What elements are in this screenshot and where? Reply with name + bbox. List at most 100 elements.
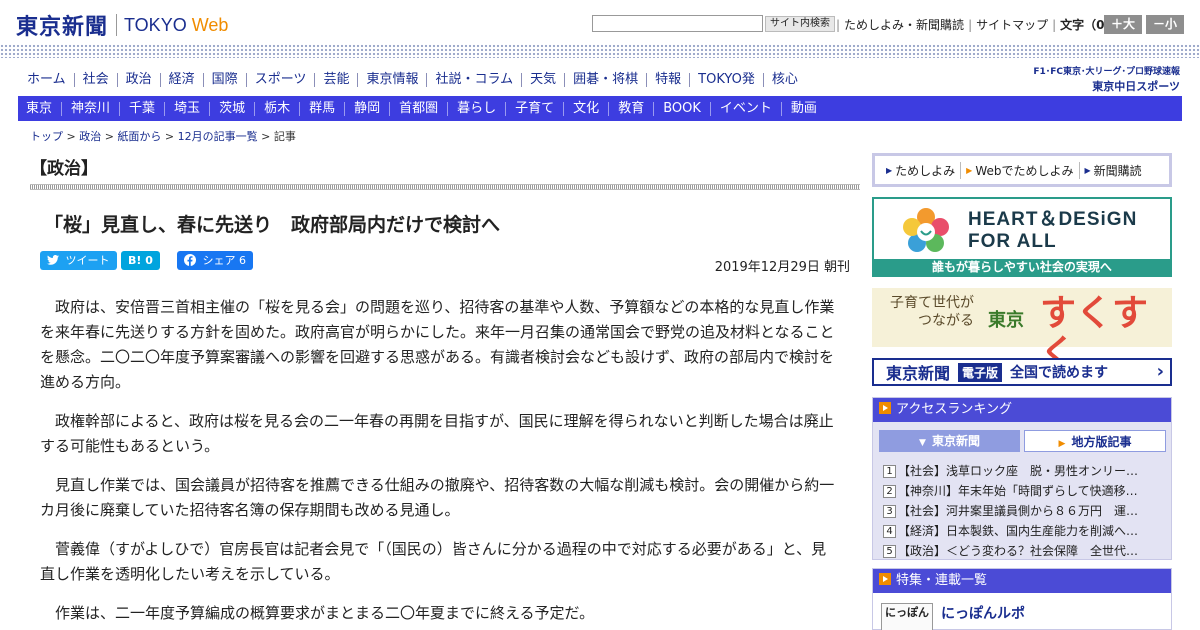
trial-subscribe-box: ▶ ためしよみ ▶ Webでためしよみ ▶ 新聞購読	[872, 153, 1172, 187]
section-title: 【政治】	[30, 159, 98, 179]
triangle-down-icon: ▼	[919, 438, 926, 448]
play-square-icon	[879, 402, 891, 414]
region-book[interactable]: BOOK	[653, 101, 710, 116]
heart-design-line2: FOR ALL	[968, 231, 1057, 252]
font-bigger-button[interactable]: ＋大	[1104, 15, 1142, 34]
nav-editorial-column[interactable]: 社説・コラム	[426, 73, 521, 87]
chunichi-sports-link[interactable]: F1･FC東京･大リーグ･プロ野球速報 東京中日スポーツ	[1020, 64, 1180, 94]
region-kyoiku[interactable]: 教育	[608, 101, 653, 116]
triangle-right-icon: ▶	[1058, 439, 1066, 449]
region-tochigi[interactable]: 栃木	[254, 101, 299, 116]
article-paragraph: 作業は、二一年度予算編成の概算要求がまとまる二〇年夏までに終える予定だ。	[55, 604, 595, 622]
article-body: 政府は、安倍晋三首相主催の「桜を見る会」の問題を巡り、招待客の基準や人数、予算額…	[40, 295, 840, 630]
region-saitama[interactable]: 埼玉	[164, 101, 209, 116]
rank-number: 1	[883, 464, 896, 478]
ranking-item[interactable]: 5 【政治】＜どう変わる？社会保障 全世代…	[883, 541, 1163, 561]
ranking-tab-local[interactable]: ▶ 地方版記事	[1024, 430, 1166, 452]
heart-design-logo-icon	[900, 205, 952, 257]
heart-design-tagline: 誰もが暮らしやすい社会の実現へ	[874, 259, 1170, 275]
ranking-item[interactable]: 4 【経済】日本製鉄、国内生産能力を削減へ…	[883, 521, 1163, 541]
region-tokyo[interactable]: 東京	[18, 101, 61, 116]
nav-sports[interactable]: スポーツ	[245, 73, 315, 87]
features-list: 特集・連載一覧 にっぽん にっぽんルポ	[872, 568, 1172, 630]
divider: |	[968, 17, 973, 32]
feature-link-nippon-reportage[interactable]: にっぽんルポ	[941, 603, 1025, 623]
logo-separator	[116, 14, 118, 36]
tokyo-sukusuku-banner[interactable]: 子育て世代が つながる 東京 すくすく	[872, 288, 1172, 374]
triangle-right-icon: ▶	[966, 165, 973, 175]
breadcrumb-top[interactable]: トップ	[30, 130, 63, 143]
region-bunka[interactable]: 文化	[563, 101, 608, 116]
link-tameshiyomi[interactable]: ▶ ためしよみ	[881, 162, 960, 179]
facebook-share-button[interactable]: シェア 6	[177, 251, 253, 270]
nav-weather[interactable]: 天気	[521, 73, 564, 87]
divider: |	[1052, 17, 1057, 32]
site-search-button[interactable]: サイト内検索	[765, 16, 835, 32]
breadcrumb-sep: >	[101, 130, 118, 143]
nav-politics[interactable]: 政治	[116, 73, 160, 87]
region-kosodate[interactable]: 子育て	[505, 101, 563, 116]
tweet-button[interactable]: ツイート	[40, 251, 117, 270]
nav-home[interactable]: ホーム	[18, 73, 74, 87]
rank-title: 【政治】＜どう変わる？社会保障 全世代…	[898, 544, 1139, 558]
region-event[interactable]: イベント	[709, 101, 781, 116]
font-smaller-button[interactable]: －小	[1146, 15, 1184, 34]
header-link-trial-subscribe[interactable]: ためしよみ・新聞購読	[844, 16, 964, 33]
chunichi-line1: F1･FC東京･大リーグ･プロ野球速報	[1033, 67, 1180, 77]
nav-tokyo-info[interactable]: 東京情報	[357, 73, 426, 87]
tweet-label: ツイート	[65, 254, 110, 267]
nav-entertainment[interactable]: 芸能	[314, 73, 357, 87]
logo-tokyo: TOKYO	[124, 14, 187, 35]
breadcrumb-sep: >	[257, 130, 274, 143]
epaper-badge: 電子版	[958, 362, 1003, 382]
epaper-kanji: 東京新聞	[886, 364, 951, 383]
sukusuku-tokyo: 東京	[988, 310, 1024, 331]
breadcrumb-current: 記事	[273, 130, 296, 143]
heart-design-line1: HEART＆DESiGN	[968, 209, 1138, 230]
header-link-sitemap[interactable]: サイトマップ	[976, 16, 1048, 33]
region-ibaraki[interactable]: 茨城	[209, 101, 254, 116]
section-divider	[30, 184, 860, 190]
region-nav: 東京 神奈川 千葉 埼玉 茨城 栃木 群馬 静岡 首都圏 暮らし 子育て 文化 …	[18, 96, 1182, 121]
nav-economy[interactable]: 経済	[159, 73, 203, 87]
play-square-icon	[879, 573, 891, 585]
region-shutoken[interactable]: 首都圏	[389, 101, 447, 116]
region-kanagawa[interactable]: 神奈川	[61, 101, 119, 116]
site-search-input[interactable]	[592, 15, 763, 32]
features-header: 特集・連載一覧	[873, 569, 1171, 593]
rank-number: 2	[883, 484, 896, 498]
header-dot-pattern	[0, 44, 1200, 58]
rank-number: 4	[883, 524, 896, 538]
ranking-header: アクセスランキング	[873, 398, 1171, 422]
region-video[interactable]: 動画	[780, 101, 826, 116]
ranking-item[interactable]: 3 【社会】河井案里議員側から８６万円 運…	[883, 501, 1163, 521]
main-nav: ホーム 社会 政治 経済 国際 スポーツ 芸能 東京情報 社説・コラム 天気 囲…	[18, 68, 806, 92]
nav-society[interactable]: 社会	[73, 73, 117, 87]
nav-international[interactable]: 国際	[202, 73, 246, 87]
nav-tokyo-hatsu[interactable]: TOKYO発	[689, 73, 763, 87]
hatena-bookmark-button[interactable]: B! 0	[121, 251, 160, 270]
ranking-item[interactable]: 1 【社会】浅草ロック座 脱・男性オンリー…	[883, 461, 1163, 481]
breadcrumb-politics[interactable]: 政治	[79, 130, 101, 143]
epaper-banner[interactable]: 東京新聞 電子版 全国で読めます ›	[872, 358, 1172, 386]
heart-design-banner[interactable]: HEART＆DESiGN FOR ALL 誰もが暮らしやすい社会の実現へ	[872, 197, 1172, 277]
region-gunma[interactable]: 群馬	[299, 101, 344, 116]
link-web-tameshiyomi[interactable]: ▶ Webでためしよみ	[960, 161, 1078, 179]
link-subscribe[interactable]: ▶ 新聞購読	[1078, 161, 1147, 179]
breadcrumb-shimen[interactable]: 紙面から	[117, 130, 161, 143]
region-shizuoka[interactable]: 静岡	[344, 101, 389, 116]
rank-title: 【社会】浅草ロック座 脱・男性オンリー…	[898, 464, 1139, 478]
nav-go-shogi[interactable]: 囲碁・将棋	[564, 73, 646, 87]
nav-tokuho[interactable]: 特報	[646, 73, 689, 87]
ranking-tab-tokyo[interactable]: ▼ 東京新聞	[879, 430, 1020, 452]
region-chiba[interactable]: 千葉	[119, 101, 164, 116]
site-header: 東京新聞 TOKYO Web サイト内検索 | ためしよみ・新聞購読 | サイト…	[0, 0, 1200, 46]
nav-kakushin[interactable]: 核心	[762, 73, 806, 87]
breadcrumb-december-list[interactable]: 12月の記事一覧	[178, 130, 258, 143]
tab-label: 東京新聞	[931, 434, 980, 448]
feature-thumbnail[interactable]: にっぽん	[881, 603, 933, 630]
site-logo[interactable]: 東京新聞 TOKYO Web	[16, 9, 228, 41]
region-kurashi[interactable]: 暮らし	[447, 101, 505, 116]
ranking-item[interactable]: 2 【神奈川】年末年始「時間ずらして快適移…	[883, 481, 1163, 501]
breadcrumb-sep: >	[161, 130, 178, 143]
